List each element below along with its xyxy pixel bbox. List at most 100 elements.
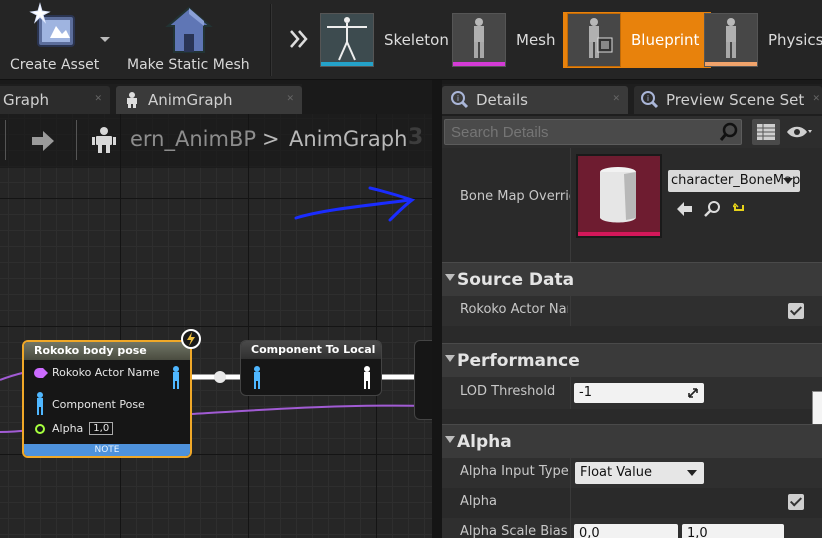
chevron-down-icon[interactable] (99, 36, 111, 44)
tab-details[interactable]: i Details ✕ (442, 86, 628, 114)
browse-search-icon[interactable] (704, 200, 722, 218)
alpha-scale-bias-label: Alpha Scale Bias (460, 524, 568, 538)
alpha-bias-min-input[interactable]: 0,0 (574, 524, 678, 538)
close-icon[interactable]: ✕ (812, 94, 820, 104)
column-divider (570, 148, 571, 262)
bone-map-dropdown[interactable]: character_BoneMap (668, 170, 800, 192)
category-alpha-title: Alpha (457, 432, 512, 452)
category-alpha[interactable]: Alpha (442, 424, 822, 458)
skeleton-accent-bar (321, 62, 373, 66)
alpha-input-type-value: Float Value (580, 465, 652, 480)
collapse-arrow-icon[interactable] (445, 436, 455, 443)
mode-blueprint-button[interactable]: Blueprint (563, 12, 712, 68)
mode-skeleton-label: Skeleton (384, 31, 449, 49)
details-content: Bone Map Override character_BoneMap (442, 148, 822, 538)
bone-map-accent-bar (578, 232, 660, 236)
make-static-mesh-button[interactable]: Make Static Mesh (122, 0, 258, 80)
category-performance[interactable]: Performance (442, 343, 822, 377)
close-icon[interactable]: ✕ (612, 94, 620, 104)
details-tab-bar: i Details ✕ i Preview Scene Set ✕ (442, 84, 822, 116)
panel-splitter[interactable] (432, 80, 442, 538)
skeleton-thumbnail (320, 13, 374, 67)
close-icon[interactable]: ✕ (94, 94, 102, 104)
create-asset-label: Create Asset (10, 57, 100, 73)
lod-threshold-label: LOD Threshold (460, 384, 556, 399)
bone-map-value: character_BoneMap (671, 173, 800, 188)
chevron-down-icon (687, 470, 697, 476)
mode-mesh-label: Mesh (516, 31, 556, 49)
offscreen-node-edge[interactable] (414, 340, 432, 420)
tab-details-label: Details (476, 91, 529, 109)
pose-input-pin-icon[interactable] (34, 392, 46, 416)
alpha-input-type-label: Alpha Input Type (460, 464, 569, 479)
bone-map-thumbnail[interactable] (576, 154, 662, 238)
lightning-icon (181, 329, 201, 349)
mode-physics-button[interactable]: Physics (704, 12, 822, 68)
alpha-scale-bias-row: Alpha Scale Bias 0,0 1,0 (442, 518, 822, 538)
resize-drag-icon[interactable] (688, 388, 698, 398)
mesh-thumbnail (452, 13, 506, 67)
rokoko-body-pose-node[interactable]: Rokoko body pose Rokoko Actor Name Compo… (22, 340, 192, 458)
collapse-arrow-icon[interactable] (445, 355, 455, 362)
create-asset-button[interactable]: Create Asset (0, 0, 112, 80)
column-divider (570, 488, 571, 518)
actor-name-pin-label: Rokoko Actor Name (52, 366, 160, 379)
blueprint-thumbnail (567, 13, 621, 67)
reset-to-default-icon[interactable] (733, 202, 747, 216)
make-static-mesh-label: Make Static Mesh (127, 57, 250, 73)
lod-threshold-input[interactable]: -1 (574, 383, 704, 403)
mode-skeleton-button[interactable]: Skeleton (320, 12, 449, 68)
mesh-accent-bar (453, 62, 505, 66)
search-icon[interactable] (719, 122, 739, 142)
bone-map-asset-icon (600, 167, 636, 223)
toolbar-separator (270, 4, 272, 76)
category-source-data[interactable]: Source Data (442, 262, 822, 296)
collapse-arrow-icon[interactable] (445, 274, 455, 281)
chevron-down-icon (783, 178, 793, 184)
float-pin-icon[interactable] (34, 423, 46, 435)
lod-threshold-value: -1 (579, 385, 592, 400)
wire-layer (0, 371, 432, 433)
double-chevron-right-icon[interactable] (288, 28, 310, 50)
pose-input-pin-icon[interactable] (251, 366, 263, 390)
mode-mesh-button[interactable]: Mesh (452, 12, 556, 68)
reroute-knot (214, 371, 226, 383)
name-pin-icon[interactable] (34, 367, 48, 378)
note-footer: NOTE (24, 444, 190, 456)
alpha-input-type-dropdown[interactable]: Float Value (575, 462, 704, 484)
tab-animgraph-label: AnimGraph (148, 91, 233, 109)
close-icon[interactable]: ✕ (286, 94, 294, 104)
category-source-data-title: Source Data (457, 270, 575, 290)
alpha-bias-min-value: 0,0 (579, 526, 600, 538)
graph-tab-bar: Graph ✕ AnimGraph ✕ (0, 84, 302, 114)
static-mesh-icon (165, 6, 213, 53)
to-local-node-header[interactable]: Component To Local (241, 341, 381, 359)
column-divider (570, 296, 571, 326)
pose-output-pin-icon[interactable] (170, 366, 182, 390)
pose-output-pin-icon[interactable] (361, 366, 373, 390)
anim-graph-canvas[interactable]: ern_AnimBP > AnimGraph 3 Rokoko body pos… (0, 114, 432, 538)
toolbar: Create Asset Make Static Mesh Skeleton M… (0, 0, 822, 80)
physics-accent-bar (705, 62, 757, 66)
alpha-label: Alpha (460, 494, 497, 509)
alpha-bias-max-input[interactable]: 1,0 (682, 524, 784, 538)
alpha-checkbox[interactable] (788, 494, 804, 510)
alpha-row: Alpha (442, 488, 822, 518)
lod-threshold-row: LOD Threshold -1 (442, 377, 822, 409)
details-search-input[interactable] (444, 119, 742, 145)
alpha-value-input[interactable]: 1,0 (89, 422, 114, 435)
actor-name-pin-row: Rokoko Actor Name (34, 366, 160, 379)
use-selected-arrow-icon[interactable] (676, 201, 694, 217)
purple-wire-long (191, 404, 432, 415)
rokoko-actor-name-checkbox[interactable] (788, 303, 804, 319)
tab-animgraph[interactable]: AnimGraph ✕ (116, 86, 302, 114)
tab-preview-scene-settings[interactable]: i Preview Scene Set ✕ (634, 86, 822, 114)
category-performance-title: Performance (457, 351, 580, 371)
rokoko-node-header[interactable]: Rokoko body pose (24, 342, 190, 360)
physics-icon (726, 18, 736, 58)
eye-icon[interactable] (786, 124, 812, 140)
tab-graph[interactable]: Graph ✕ (0, 86, 110, 114)
property-matrix-button[interactable] (752, 119, 780, 145)
component-to-local-node[interactable]: Component To Local (240, 340, 382, 396)
component-pose-pin-label: Component Pose (52, 397, 145, 411)
